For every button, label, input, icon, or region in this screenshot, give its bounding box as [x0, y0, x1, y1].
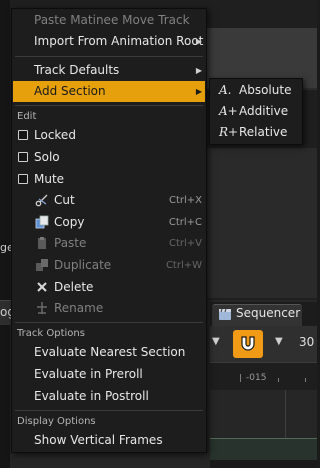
shortcut-label: Ctrl+V: [168, 238, 202, 249]
menu-item-label: Evaluate in Preroll: [34, 367, 143, 381]
relative-icon: R+: [219, 125, 239, 139]
section-header-track-options: Track Options: [17, 328, 85, 339]
menu-item-label: Rename: [54, 301, 104, 315]
dropdown-arrow-icon[interactable]: ▼: [212, 336, 220, 347]
rename-icon: [37, 302, 47, 314]
mute-checkbox[interactable]: [18, 174, 28, 184]
menu-item-paste-matinee[interactable]: Paste Matinee Move Track: [13, 10, 205, 31]
submenu-item-absolute[interactable]: A. Absolute: [211, 80, 303, 101]
menu-divider: [15, 56, 203, 57]
shortcut-label: Ctrl+X: [168, 195, 202, 206]
shortcut-label: Ctrl+W: [165, 260, 202, 271]
track-area[interactable]: [210, 390, 317, 438]
menu-item-import-animation-root[interactable]: Import From Animation Root ▶: [13, 31, 205, 52]
menu-item-solo[interactable]: Solo: [13, 147, 205, 168]
menu-item-label: Duplicate: [54, 258, 112, 272]
menu-item-label: Add Section: [34, 84, 106, 98]
magnet-icon: [241, 336, 255, 351]
snap-dropdown-arrow-icon[interactable]: ▼: [275, 336, 283, 347]
menu-item-label: Copy: [54, 215, 85, 229]
delete-icon: [37, 282, 47, 292]
menu-item-label: Show Vertical Frames: [34, 433, 163, 447]
menu-item-evaluate-nearest-section[interactable]: Evaluate Nearest Section: [13, 342, 205, 363]
ruler-tick: [278, 378, 279, 382]
menu-item-label: Cut: [54, 193, 75, 207]
menu-item-track-defaults[interactable]: Track Defaults ▶: [13, 60, 205, 81]
details-panel: [207, 148, 317, 298]
submenu-arrow-icon: ▶: [195, 66, 202, 75]
submenu-item-label: Relative: [239, 125, 288, 139]
menu-item-mute[interactable]: Mute: [13, 169, 205, 190]
menu-item-label: Track Defaults: [34, 63, 120, 77]
menu-item-evaluate-in-preroll[interactable]: Evaluate in Preroll: [13, 364, 205, 385]
menu-item-duplicate[interactable]: Duplicate Ctrl+W: [13, 255, 205, 276]
left-panel-edge: [0, 0, 10, 468]
menu-divider: [15, 105, 203, 106]
submenu-arrow-icon: ▶: [195, 87, 202, 96]
menu-item-show-vertical-frames[interactable]: Show Vertical Frames: [13, 430, 205, 451]
ruler-label: -015: [246, 373, 267, 383]
context-menu: Paste Matinee Move Track Import From Ani…: [11, 8, 207, 453]
menu-item-paste[interactable]: Paste Ctrl+V: [13, 233, 205, 254]
menu-item-add-section[interactable]: Add Section ▶: [13, 81, 205, 102]
ruler-tick: [240, 374, 241, 382]
duplicate-icon: [36, 259, 48, 271]
sequencer-tab-label: Sequencer: [236, 306, 301, 320]
additive-icon: A+: [219, 104, 238, 118]
add-section-submenu: A. Absolute A+ Additive R+ Relative: [209, 78, 303, 145]
menu-item-label: Paste Matinee Move Track: [34, 13, 190, 27]
track-section[interactable]: [210, 438, 317, 461]
menu-item-label: Paste: [54, 236, 87, 250]
paste-icon: [38, 237, 46, 249]
submenu-item-label: Additive: [239, 104, 289, 118]
framerate-value[interactable]: 30: [299, 335, 314, 349]
menu-item-delete[interactable]: Delete: [13, 277, 205, 298]
section-header-edit: Edit: [17, 111, 37, 122]
snap-toggle-button[interactable]: [233, 330, 263, 358]
copy-icon: [35, 215, 49, 229]
menu-item-label: Solo: [34, 150, 60, 164]
menu-item-evaluate-in-postroll[interactable]: Evaluate in Postroll: [13, 386, 205, 407]
menu-item-rename[interactable]: Rename: [13, 298, 205, 319]
submenu-arrow-icon: ▶: [195, 37, 202, 46]
menu-item-label: Import From Animation Root: [34, 34, 204, 48]
menu-item-locked[interactable]: Locked: [13, 125, 205, 146]
sequencer-icon: [219, 308, 231, 320]
shortcut-label: Ctrl+C: [168, 217, 202, 228]
sequencer-footer: [210, 460, 317, 468]
submenu-item-additive[interactable]: A+ Additive: [211, 101, 303, 122]
menu-item-label: Evaluate Nearest Section: [34, 345, 186, 359]
menu-item-label: Locked: [34, 128, 76, 142]
scissors-icon: [35, 194, 48, 207]
menu-item-label: Mute: [34, 172, 65, 186]
menu-item-label: Evaluate in Postroll: [34, 389, 149, 403]
menu-item-cut[interactable]: Cut Ctrl+X: [13, 190, 205, 211]
absolute-icon: A.: [219, 83, 232, 97]
ruler-tick: [305, 378, 306, 382]
menu-divider: [15, 410, 203, 411]
submenu-item-label: Absolute: [239, 83, 292, 97]
editor-window: ger og Sequencer ▼ ▼ 30 -015 Paste Matin…: [0, 0, 317, 468]
menu-item-label: Delete: [54, 280, 94, 294]
solo-checkbox[interactable]: [18, 152, 28, 162]
locked-checkbox[interactable]: [18, 130, 28, 140]
menu-item-copy[interactable]: Copy Ctrl+C: [13, 212, 205, 233]
submenu-item-relative[interactable]: R+ Relative: [211, 122, 303, 143]
section-header-display-options: Display Options: [17, 416, 96, 427]
menu-divider: [15, 322, 203, 323]
